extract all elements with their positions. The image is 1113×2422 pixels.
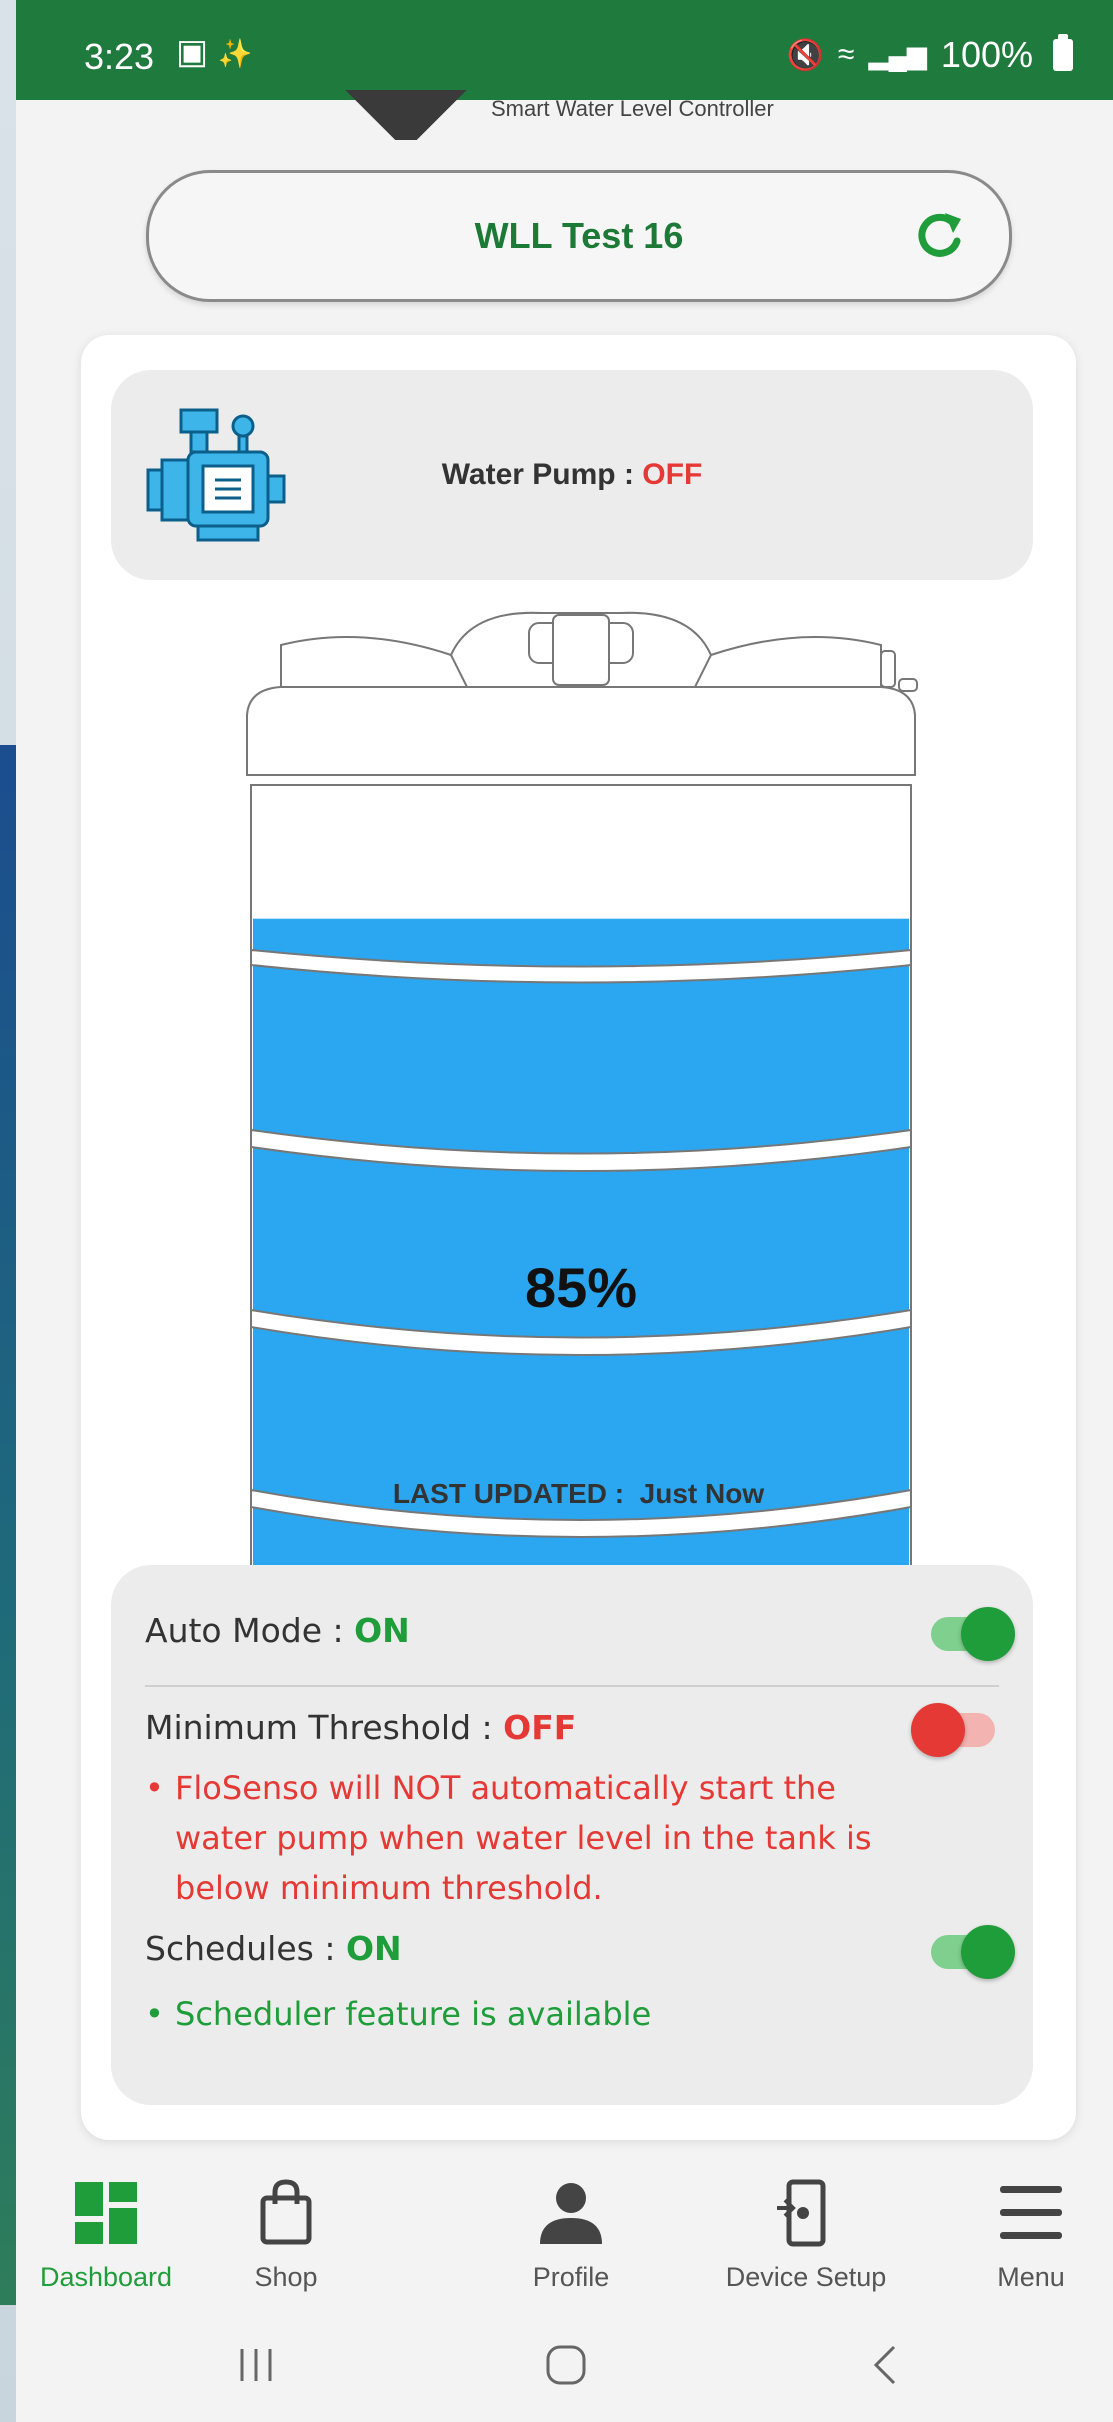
schedules-state: ON (345, 1929, 402, 1968)
min-threshold-state: OFF (503, 1708, 577, 1747)
background-strip (0, 745, 16, 2305)
app-tagline: Smart Water Level Controller (491, 96, 774, 121)
schedules-toggle[interactable] (931, 1925, 1015, 1979)
pump-status-panel: Water Pump : OFF (111, 370, 1033, 580)
nav-label: Profile (532, 2262, 610, 2292)
device-setup-icon (777, 2179, 826, 2247)
nav-label: Shop (254, 2262, 318, 2292)
app-screen: 3:23 ▣ ✨ 🔇 ≈ ▂▄▆ 100% Smart Water Level … (16, 0, 1113, 2422)
pump-state: OFF (642, 458, 703, 491)
app-logo (336, 90, 476, 140)
nav-shop[interactable]: Shop (196, 2178, 376, 2293)
auto-mode-label: Auto Mode : ON (145, 1611, 410, 1650)
auto-mode-toggle[interactable] (931, 1607, 1015, 1661)
notification-icons: ▣ ✨ (176, 32, 252, 72)
signal-icon: ▂▄▆ (868, 39, 927, 70)
divider (145, 1685, 999, 1687)
device-name: WLL Test 16 (474, 215, 684, 256)
dashboard-card: Water Pump : OFF 85% LAST UPDATED: Just… (81, 335, 1076, 2140)
last-updated-label: LAST UPDATED : (392, 1478, 625, 1509)
system-navigation-bar (16, 2305, 1113, 2422)
schedules-label: Schedules : ON (145, 1929, 402, 1968)
nav-label: Menu (997, 2262, 1065, 2292)
settings-panel: Auto Mode : ON Minimum Threshold : OFF •… (111, 1565, 1033, 2105)
battery-percent: 100% (940, 34, 1033, 75)
mute-icon: 🔇 (786, 38, 825, 72)
wifi-icon: ≈ (838, 38, 855, 71)
min-threshold-label: Minimum Threshold : OFF (145, 1708, 577, 1747)
water-level-percent: 85% (524, 1256, 638, 1319)
nav-profile[interactable]: Profile (481, 2178, 661, 2293)
bottom-navigation: Dashboard Shop Profile Device Setup Menu (16, 2160, 1113, 2300)
image-notification-icon: ▣ (176, 33, 209, 71)
battery-icon (1053, 34, 1073, 71)
nav-device-setup[interactable]: Device Setup (706, 2178, 906, 2293)
auto-mode-state: ON (354, 1611, 410, 1650)
nav-dashboard[interactable]: Dashboard (16, 2178, 196, 2293)
back-icon[interactable] (856, 2335, 916, 2395)
home-icon[interactable] (536, 2335, 596, 2395)
min-threshold-note: • FloSenso will NOT automatically start t… (145, 1769, 872, 1907)
hamburger-menu-icon (1000, 2186, 1062, 2239)
nav-menu[interactable]: Menu (951, 2178, 1111, 2293)
system-indicators: 🔇 ≈ ▂▄▆ 100% (787, 34, 1073, 76)
shopping-bag-icon (260, 2179, 312, 2245)
magic-wand-icon: ✨ (217, 38, 253, 69)
dashboard-icon (75, 2182, 137, 2244)
pump-status-text: Water Pump : OFF (111, 458, 1033, 492)
schedules-note: • Scheduler feature is available (145, 1995, 652, 2033)
nav-label: Device Setup (725, 2262, 887, 2292)
status-time: 3:23 (84, 36, 155, 77)
user-icon (540, 2183, 602, 2244)
recent-apps-icon[interactable] (226, 2335, 286, 2395)
last-updated: LAST UPDATED : Just Now (81, 1478, 1076, 1510)
last-updated-value: Just Now (639, 1478, 765, 1509)
refresh-icon[interactable] (909, 205, 969, 265)
min-threshold-toggle[interactable] (911, 1703, 995, 1757)
device-selector[interactable]: WLL Test 16 (146, 170, 1012, 302)
pump-label: Water Pump : (441, 458, 643, 491)
nav-label: Dashboard (39, 2262, 173, 2292)
status-bar: 3:23 ▣ ✨ 🔇 ≈ ▂▄▆ 100% (16, 0, 1113, 100)
